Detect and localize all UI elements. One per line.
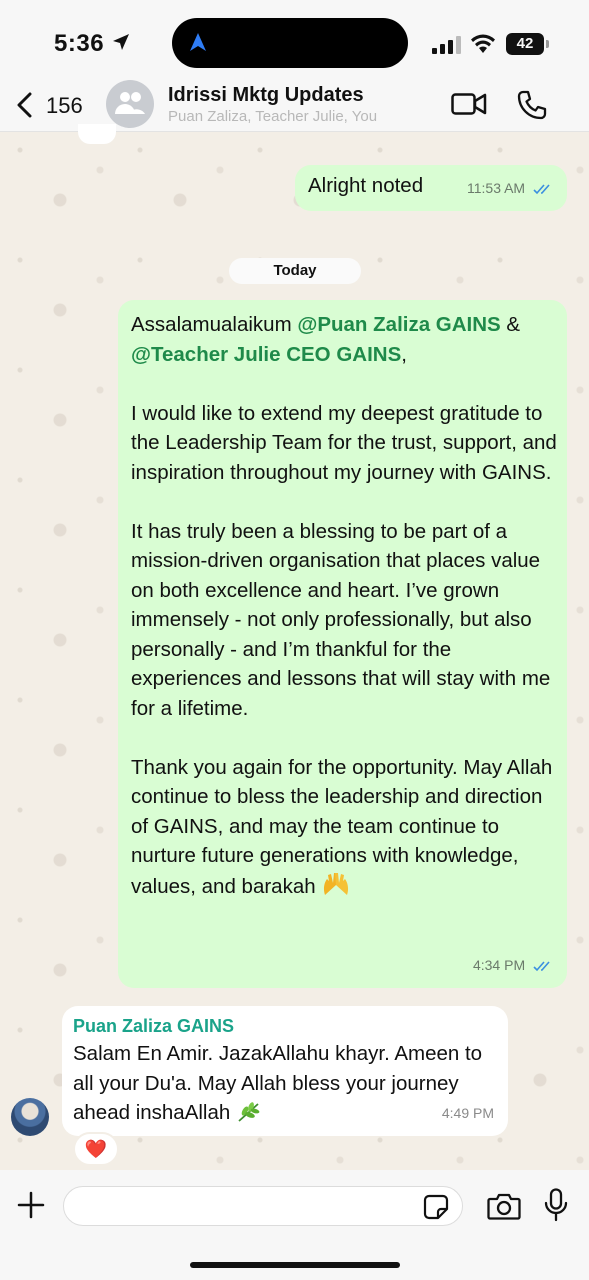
attach-plus-icon[interactable] bbox=[17, 1191, 45, 1219]
home-indicator bbox=[190, 1262, 400, 1268]
sender-name[interactable]: Puan Zaliza GAINS bbox=[73, 1012, 234, 1042]
video-call-icon[interactable] bbox=[451, 92, 487, 116]
outgoing-message-long[interactable]: Assalamualaikum @Puan Zaliza GAINS & @Te… bbox=[118, 300, 567, 988]
voice-call-icon[interactable] bbox=[517, 90, 547, 120]
ampersand-text: & bbox=[500, 313, 521, 336]
reply-text: Salam En Amir. JazakAllahu khayr. Ameen … bbox=[73, 1042, 483, 1124]
day-divider: Today bbox=[229, 258, 361, 284]
raising-hands-emoji-icon bbox=[324, 872, 349, 895]
battery-indicator: 42 bbox=[506, 33, 550, 55]
message-meta: 11:53 AM bbox=[467, 174, 553, 204]
camera-icon[interactable] bbox=[487, 1191, 521, 1221]
mention-teacher-julie[interactable]: @Teacher Julie CEO GAINS bbox=[131, 343, 401, 366]
message-meta: 4:34 PM bbox=[473, 951, 553, 981]
message-time: 11:53 AM bbox=[466, 179, 526, 196]
back-chevron-icon[interactable] bbox=[16, 92, 34, 118]
sender-avatar[interactable] bbox=[11, 1098, 49, 1136]
message-time: 4:34 PM bbox=[472, 956, 526, 973]
mention-puan-zaliza[interactable]: @Puan Zaliza GAINS bbox=[297, 313, 500, 336]
chat-participants[interactable]: Puan Zaliza, Teacher Julie, You bbox=[168, 108, 377, 125]
chat-title[interactable]: Idrissi Mktg Updates bbox=[168, 84, 364, 107]
group-avatar[interactable] bbox=[106, 80, 154, 128]
microphone-icon[interactable] bbox=[544, 1188, 568, 1222]
status-bar: 5:36 42 bbox=[0, 0, 589, 80]
wifi-icon bbox=[471, 34, 495, 53]
status-time: 5:36 bbox=[54, 30, 105, 57]
comma-text: , bbox=[401, 342, 407, 366]
message-paragraph: I would like to extend my deepest gratit… bbox=[131, 401, 557, 484]
composer-bar bbox=[0, 1170, 589, 1280]
message-paragraph-last: Thank you again for the opportunity. May… bbox=[131, 753, 561, 902]
incoming-message[interactable]: Puan Zaliza GAINS Salam En Amir. JazakAl… bbox=[62, 1006, 508, 1136]
battery-level: 42 bbox=[516, 35, 534, 52]
unread-count[interactable]: 156 bbox=[46, 93, 83, 119]
group-icon bbox=[115, 92, 145, 114]
message-text: Alright noted bbox=[308, 174, 424, 197]
cellular-signal-icon bbox=[432, 36, 461, 54]
sticker-icon[interactable] bbox=[423, 1194, 449, 1220]
message-time: 4:49 PM bbox=[441, 1104, 494, 1121]
heart-reaction[interactable]: ❤️ bbox=[73, 1132, 119, 1166]
read-ticks-icon bbox=[533, 184, 550, 194]
message-input[interactable] bbox=[63, 1186, 463, 1226]
location-arrow-icon bbox=[113, 34, 129, 50]
herb-leaf-emoji-icon bbox=[238, 1102, 260, 1122]
outgoing-message[interactable]: Alright noted 11:53 AM bbox=[295, 165, 567, 211]
greeting-text: Assalamualaikum bbox=[131, 313, 298, 336]
message-greeting-line: Assalamualaikum @Puan Zaliza GAINS & @Te… bbox=[131, 310, 561, 369]
navigation-arrow-icon bbox=[190, 33, 206, 51]
read-ticks-icon bbox=[533, 961, 550, 971]
message-body: Assalamualaikum @Puan Zaliza GAINS & @Te… bbox=[131, 310, 561, 901]
message-paragraph: It has truly been a blessing to be part … bbox=[131, 519, 551, 720]
message-text: Salam En Amir. JazakAllahu khayr. Ameen … bbox=[73, 1039, 493, 1128]
previous-message-reaction[interactable] bbox=[78, 124, 116, 144]
